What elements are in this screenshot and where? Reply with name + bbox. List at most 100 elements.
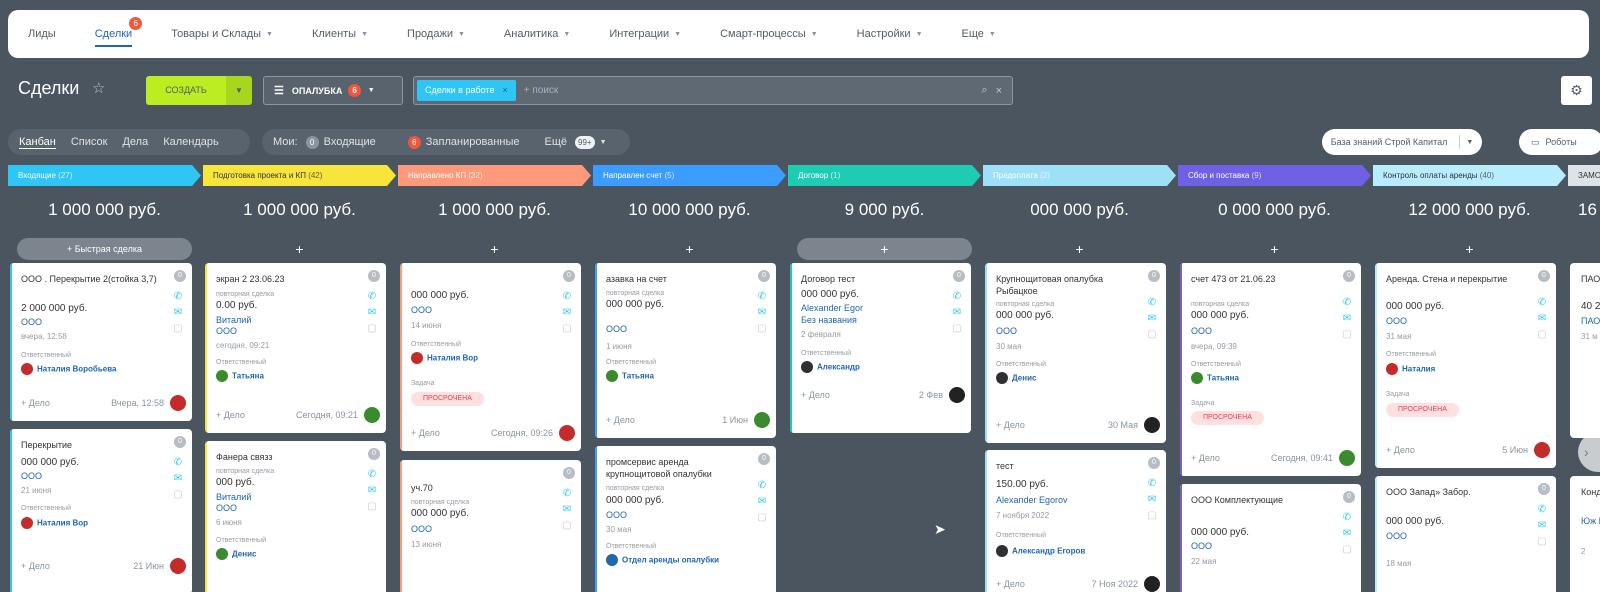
mail-icon[interactable]: ✉	[561, 502, 573, 518]
responsible-person[interactable]: Наталия Вор	[411, 352, 478, 364]
responsible-person[interactable]: Александр	[801, 361, 860, 373]
view-activities[interactable]: Дела	[122, 136, 148, 148]
search-input[interactable]	[515, 85, 982, 96]
deal-title[interactable]: ООО . Перекрытие 2(стойка 3,7)	[21, 273, 162, 285]
add-activity-button[interactable]: + Дело	[411, 428, 440, 438]
phone-icon[interactable]: ✆	[756, 478, 768, 494]
create-button[interactable]: СОЗДАТЬ	[146, 76, 226, 105]
mail-icon[interactable]: ✉	[1536, 518, 1548, 534]
responsible-person[interactable]: Наталия	[1386, 363, 1435, 375]
mail-icon[interactable]: ✉	[1536, 311, 1548, 327]
stage-header[interactable]: Сбор и поставка (9)	[1178, 165, 1371, 186]
phone-icon[interactable]: ✆	[172, 455, 184, 471]
settings-button[interactable]: ⚙	[1561, 76, 1592, 105]
deal-contact[interactable]: Виталий	[216, 315, 251, 326]
quick-add-button[interactable]: +	[992, 238, 1167, 260]
deal-title[interactable]: счет 473 от 21.06.23	[1191, 273, 1331, 285]
mail-icon[interactable]: ✉	[756, 305, 768, 321]
phone-icon[interactable]: ✆	[561, 486, 573, 502]
phone-icon[interactable]: ✆	[1146, 476, 1158, 492]
deal-title[interactable]: промсервис аренда крупнощитовой опалубки	[606, 456, 746, 480]
mail-icon[interactable]: ✉	[561, 305, 573, 321]
responsible-person[interactable]: Наталия Вор	[21, 517, 88, 529]
mail-icon[interactable]: ✉	[366, 483, 378, 499]
deal-company[interactable]: ООО	[996, 326, 1017, 337]
chat-icon[interactable]: ▢	[366, 321, 378, 337]
mail-icon[interactable]: ✉	[172, 471, 184, 487]
deal-title[interactable]: Крупнощитовая опалубка Рыбацкое	[996, 273, 1136, 297]
quick-add-button[interactable]: +	[212, 238, 387, 260]
deal-card[interactable]: Фанера связз 0 ✆ ✉ ▢ повторная сделка 000 …	[205, 441, 386, 592]
deal-card[interactable]: 0 ✆ ✉ ▢ 000 000 руб. ООО 14 июня Ответстве…	[400, 263, 581, 451]
phone-icon[interactable]: ✆	[1536, 502, 1548, 518]
deal-title[interactable]: Аренда. Стена и перекрытие	[1386, 273, 1526, 285]
deal-company[interactable]: ООО	[606, 324, 627, 335]
nav-leads[interactable]: Лиды	[28, 28, 56, 40]
deal-company[interactable]: ООО	[1191, 541, 1212, 552]
mail-icon[interactable]: ✉	[1146, 492, 1158, 508]
responsible-person[interactable]: Александр Егоров	[996, 545, 1085, 557]
deal-title[interactable]: тест	[996, 460, 1136, 472]
chat-icon[interactable]: ▢	[1536, 534, 1548, 550]
chat-icon[interactable]: ▢	[1146, 327, 1158, 343]
nav-sales[interactable]: Продажи ▼	[407, 28, 465, 40]
responsible-person[interactable]: Наталия Воробьева	[21, 363, 117, 375]
quick-add-button[interactable]: +	[797, 238, 972, 260]
nav-products[interactable]: Товары и Склады ▼	[171, 28, 273, 40]
deal-company[interactable]: ООО	[1191, 326, 1212, 337]
phone-icon[interactable]: ✆	[172, 289, 184, 305]
deal-company[interactable]: ООО	[216, 503, 237, 514]
chat-icon[interactable]: ▢	[172, 321, 184, 337]
stage-header[interactable]: Входящие (27)	[8, 165, 201, 186]
add-activity-button[interactable]: + Дело	[21, 561, 50, 571]
deal-card[interactable]: ООО . Перекрытие 2(стойка 3,7) 0 ✆ ✉ ▢ 2 0…	[10, 263, 192, 421]
nav-analytics[interactable]: Аналитика ▼	[504, 28, 570, 40]
deal-title[interactable]: Фанера связз	[216, 451, 356, 463]
phone-icon[interactable]: ✆	[756, 289, 768, 305]
phone-icon[interactable]: ✆	[1341, 510, 1353, 526]
deal-company[interactable]: Без названия	[801, 315, 857, 326]
chat-icon[interactable]: ▢	[951, 321, 963, 337]
deal-card[interactable]: экран 2 23.06.23 0 ✆ ✉ ▢ повторная сделка …	[205, 263, 386, 433]
add-activity-button[interactable]: + Дело	[1386, 445, 1415, 455]
quick-add-button[interactable]: +	[1382, 238, 1557, 260]
chat-icon[interactable]: ▢	[1536, 327, 1548, 343]
deal-card[interactable]: ООО Комплектующие 0 ✆ ✉ ▢ 000 000 руб. ООО…	[1180, 484, 1361, 592]
clear-icon[interactable]: ×	[996, 85, 1002, 97]
deal-title[interactable]: азавка на счет	[606, 273, 746, 285]
nav-more[interactable]: Еще ▼	[962, 28, 996, 40]
phone-icon[interactable]: ✆	[1146, 295, 1158, 311]
deal-card[interactable]: ПАО Ново 40 2 ПАО 31 м	[1570, 263, 1600, 438]
deal-title[interactable]: Конд СКИ	[1581, 486, 1600, 498]
deal-title[interactable]: уч.70	[411, 482, 551, 494]
phone-icon[interactable]: ✆	[1536, 295, 1548, 311]
nav-settings[interactable]: Настройки ▼	[857, 28, 923, 40]
deal-contact[interactable]: Alexander Egor	[801, 303, 863, 314]
category-filter-button[interactable]: ☰ ОПАЛУБКА 6 ▼	[263, 76, 403, 105]
phone-icon[interactable]: ✆	[366, 467, 378, 483]
search-filter-tag[interactable]: Сделки в работе ×	[417, 80, 516, 101]
deal-contact[interactable]: Виталий	[216, 492, 251, 503]
create-menu-button[interactable]: ▼	[226, 76, 252, 105]
add-activity-button[interactable]: + Дело	[21, 398, 50, 408]
phone-icon[interactable]: ✆	[561, 289, 573, 305]
chat-icon[interactable]: ▢	[756, 321, 768, 337]
stage-header[interactable]: Контроль оплаты аренды (40)	[1373, 165, 1566, 186]
add-activity-button[interactable]: + Дело	[216, 410, 245, 420]
deal-title[interactable]: Перекрытие	[21, 439, 162, 451]
mail-icon[interactable]: ✉	[756, 494, 768, 510]
mail-icon[interactable]: ✉	[951, 305, 963, 321]
deal-card[interactable]: Перекрытие 0 ✆ ✉ ▢ 000 000 руб. ООО 21 июн…	[10, 429, 192, 592]
deal-card[interactable]: счет 473 от 21.06.23 0 ✆ ✉ ▢ повторная сде…	[1180, 263, 1361, 476]
view-calendar[interactable]: Календарь	[163, 136, 219, 148]
stage-header[interactable]: Направлено КП (32)	[398, 165, 591, 186]
stage-header[interactable]: ЗАМО	[1568, 165, 1600, 186]
phone-icon[interactable]: ✆	[366, 289, 378, 305]
phone-icon[interactable]: ✆	[951, 289, 963, 305]
view-list[interactable]: Список	[71, 136, 108, 148]
nav-smart-processes[interactable]: Смарт-процессы ▼	[720, 28, 818, 40]
responsible-person[interactable]: Денис	[216, 548, 256, 560]
chat-icon[interactable]: ▢	[756, 510, 768, 526]
chevron-down-icon[interactable]: ▼	[600, 139, 607, 146]
responsible-person[interactable]: Денис	[996, 372, 1036, 384]
